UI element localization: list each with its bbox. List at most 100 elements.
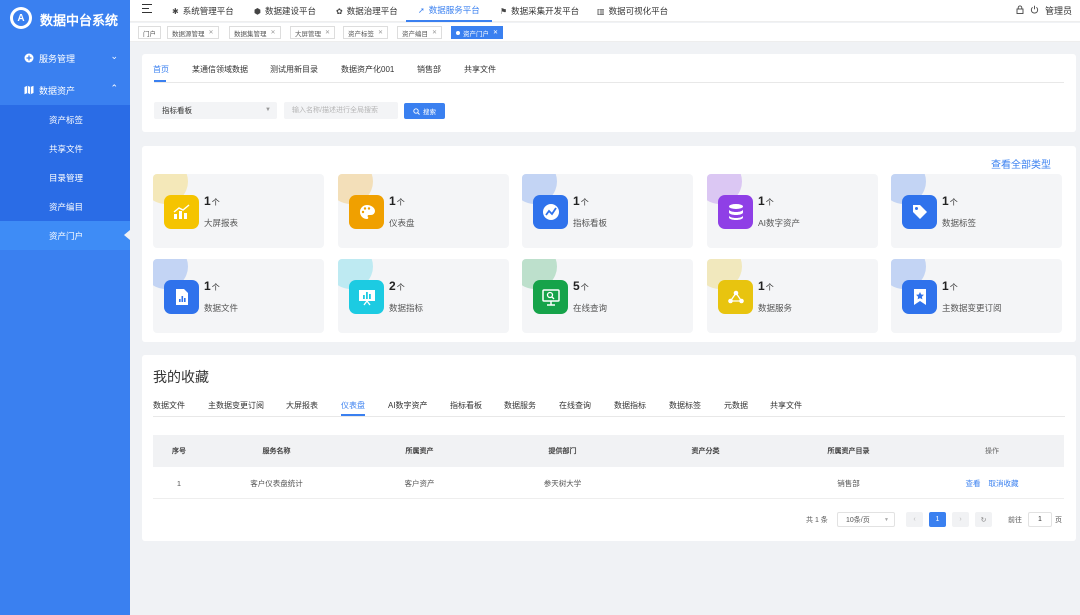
fav-tab-online-query[interactable]: 在线查询 xyxy=(559,400,591,411)
tag-portal[interactable]: 门户 xyxy=(138,26,161,39)
close-icon[interactable]: ✕ xyxy=(493,29,498,36)
close-icon[interactable]: ✕ xyxy=(432,29,437,36)
cell-index: 1 xyxy=(176,478,182,488)
close-icon[interactable]: ✕ xyxy=(325,29,330,36)
platform-tab-service[interactable]: ➚ 数据服务平台 xyxy=(406,0,492,22)
search-button[interactable]: 搜索 xyxy=(404,103,445,119)
platform-tab-collect[interactable]: ⚑ 数据采集开发平台 xyxy=(500,0,579,22)
close-icon[interactable]: ✕ xyxy=(378,29,383,36)
cell-dept: 参天树大学 xyxy=(543,478,582,488)
username[interactable]: 管理员 xyxy=(1045,4,1072,17)
platform-tab-label: 数据服务平台 xyxy=(428,5,480,15)
sidebar-item-label: 共享文件 xyxy=(49,143,84,154)
fav-tab-data-indicator[interactable]: 数据指标 xyxy=(614,400,646,411)
asset-type-label: 大屏报表 xyxy=(204,218,239,228)
fav-tab-indicator-board[interactable]: 指标看板 xyxy=(450,400,482,411)
asset-type-tile[interactable]: 1个 数据服务 xyxy=(707,259,878,333)
asset-type-tile[interactable]: 2个数据指标 xyxy=(338,259,509,333)
next-page-button[interactable]: › xyxy=(952,512,969,527)
platform-tab-build[interactable]: ⬢ 数据建设平台 xyxy=(254,0,316,22)
sidebar-item-asset-portal[interactable]: 资产门户 xyxy=(0,221,130,250)
count-value: 2 xyxy=(389,279,396,293)
asset-type-tile[interactable]: 1个 主数据变更订阅 xyxy=(891,259,1062,333)
platform-tab-label: 数据治理平台 xyxy=(346,6,398,16)
tag-label: 大屏管理 xyxy=(295,30,321,38)
close-icon[interactable]: ✕ xyxy=(209,29,214,36)
search-type-select[interactable]: 指标看板 ▼ xyxy=(154,102,277,119)
tag-asset-tags[interactable]: 资产标签 ✕ xyxy=(343,26,389,39)
pulse-icon xyxy=(533,195,568,229)
platform-tab-governance[interactable]: ✿ 数据治理平台 xyxy=(336,0,398,22)
count-unit: 个 xyxy=(396,283,405,292)
menu-toggle-icon[interactable] xyxy=(142,4,152,14)
platform-tab-visual[interactable]: ▥ 数据可视化平台 xyxy=(597,0,668,22)
chevron-up-icon: ⌃ xyxy=(110,83,118,93)
refresh-page-button[interactable]: ↻ xyxy=(975,512,992,527)
page-number-current[interactable]: 1 xyxy=(929,512,946,527)
asset-type-tile[interactable]: 1个 大屏报表 xyxy=(153,174,324,248)
view-link[interactable]: 查看 xyxy=(966,478,981,489)
map-icon xyxy=(24,85,34,95)
sidebar-item-shared-files[interactable]: 共享文件 xyxy=(0,134,130,163)
asset-type-label: 数据指标 xyxy=(389,303,424,313)
fav-tab-ai-assets[interactable]: AI数字资产 xyxy=(388,400,428,411)
tag-datasource[interactable]: 数据源管理 ✕ xyxy=(167,26,219,39)
sidebar-item-asset-catalog[interactable]: 资产编目 xyxy=(0,192,130,221)
portal-tab-test-catalog[interactable]: 测试用新目录 xyxy=(270,64,318,75)
sidebar-item-catalog-mgmt[interactable]: 目录管理 xyxy=(0,163,130,192)
fav-tab-metadata[interactable]: 元数据 xyxy=(724,400,748,411)
page-size-select[interactable]: 10条/页 ▼ xyxy=(837,512,895,527)
platform-tab-label: 系统管理平台 xyxy=(182,6,234,16)
platform-tab-system[interactable]: ✱ 系统管理平台 xyxy=(172,0,234,22)
portal-tab-telecom[interactable]: 某通信领域数据 xyxy=(192,64,248,75)
page-size-value: 10条/页 xyxy=(846,516,870,524)
asset-type-tile[interactable]: 1个 AI数字资产 xyxy=(707,174,878,248)
col-header: 序号 xyxy=(172,448,186,455)
table-header: 序号 服务名称 所属资产 提供部门 资产分类 所属资产目录 操作 xyxy=(153,435,1064,467)
lock-icon[interactable] xyxy=(1016,5,1024,16)
asset-type-label: 数据文件 xyxy=(204,303,239,313)
fav-tab-data-service[interactable]: 数据服务 xyxy=(504,400,536,411)
asset-type-label: 主数据变更订阅 xyxy=(942,303,1002,313)
tag-asset-catalog[interactable]: 资产编目 ✕ xyxy=(397,26,443,39)
chevron-down-icon: ▼ xyxy=(884,516,889,523)
search-input[interactable] xyxy=(284,102,398,119)
count-unit: 个 xyxy=(949,198,958,207)
prev-page-button[interactable]: ‹ xyxy=(906,512,923,527)
asset-type-tile[interactable]: 1个 数据文件 xyxy=(153,259,324,333)
sidebar-item-label: 资产标签 xyxy=(49,114,84,125)
col-header: 服务名称 xyxy=(262,448,291,455)
asset-type-tile[interactable]: 1个 数据标签 xyxy=(891,174,1062,248)
fav-tab-dashboard[interactable]: 仪表盘 xyxy=(341,400,365,411)
asset-type-tile[interactable]: 1个 指标看板 xyxy=(522,174,693,248)
portal-tab-home[interactable]: 首页 xyxy=(153,64,169,75)
fav-tab-shared-files[interactable]: 共享文件 xyxy=(770,400,802,411)
view-all-types-link[interactable]: 查看全部类型 xyxy=(991,156,1051,171)
count-value: 1 xyxy=(389,194,396,208)
unfavorite-link[interactable]: 取消收藏 xyxy=(989,478,1019,489)
tag-asset-portal[interactable]: 资产门户 ✕ xyxy=(451,26,504,39)
asset-type-tile[interactable]: 1个 仪表盘 xyxy=(338,174,509,248)
fav-tab-data-files[interactable]: 数据文件 xyxy=(153,400,185,411)
count-value: 1 xyxy=(204,194,211,208)
fav-tab-data-tags[interactable]: 数据标签 xyxy=(669,400,701,411)
bar-chart-icon: ▥ xyxy=(597,6,605,16)
close-icon[interactable]: ✕ xyxy=(271,29,276,36)
tag-dataset[interactable]: 数据集管理 ✕ xyxy=(229,26,281,39)
fav-tab-master-data[interactable]: 主数据变更订阅 xyxy=(208,400,264,411)
asset-type-tile[interactable]: 5个 在线查询 xyxy=(522,259,693,333)
portal-tab-sales[interactable]: 销售部 xyxy=(417,64,441,75)
tag-bigscreen[interactable]: 大屏管理 ✕ xyxy=(290,26,336,39)
goto-page-input[interactable]: 1 xyxy=(1028,512,1052,527)
chevron-down-icon: ▼ xyxy=(265,107,271,113)
portal-tab-shared-files[interactable]: 共享文件 xyxy=(464,64,496,75)
portal-tab-assetization[interactable]: 数据资产化001 xyxy=(341,64,394,75)
sidebar-group-assets[interactable]: 数据资产 ⌃ xyxy=(0,75,130,105)
fav-tab-bigscreen[interactable]: 大屏报表 xyxy=(286,400,318,411)
power-icon[interactable] xyxy=(1030,5,1039,16)
app-title: 数据中台系统 xyxy=(40,13,119,28)
sidebar-item-asset-tags[interactable]: 资产标签 xyxy=(0,105,130,134)
asset-type-count: 1个 xyxy=(942,194,958,208)
favorites-title: 我的收藏 xyxy=(153,369,209,385)
sidebar-group-service[interactable]: 服务管理 ⌄ xyxy=(0,43,130,73)
